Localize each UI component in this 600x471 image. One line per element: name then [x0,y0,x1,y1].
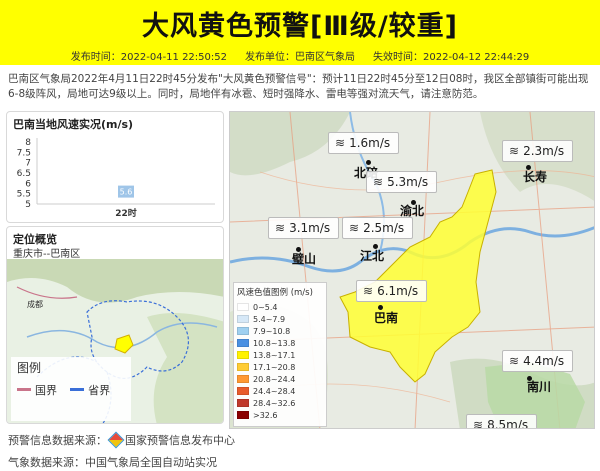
wind-legend-label: 0~5.4 [253,302,278,312]
wind-station-label[interactable]: ≋ 3.1m/s [268,217,340,239]
wind-legend-item: 28.4~32.6 [237,397,323,409]
wind-legend-swatch [237,315,249,323]
wind-icon: ≋ [363,284,374,298]
overview-legend: 图例 国界 省界 [11,357,131,421]
wind-speed-value: 4.4m/s [523,354,565,368]
wind-legend-item: 24.4~28.4 [237,385,323,397]
wind-station-label[interactable]: ≋ 2.5m/s [342,217,414,239]
chart-y-tick-label: 6.5 [17,169,31,179]
wind-legend-swatch [237,339,249,347]
wind-station-label[interactable]: ≋ 6.1m/s [356,280,428,302]
wind-legend-item: 7.9~10.8 [237,325,323,337]
city-changshou: 长寿 [523,170,548,184]
wind-legend-swatch [237,363,249,371]
wind-icon: ≋ [509,354,520,368]
wind-station-label[interactable]: ≋ 1.6m/s [328,132,400,154]
wind-legend-item: 13.8~17.1 [237,349,323,361]
wind-legend-swatch [237,351,249,359]
city-banan: 巴南 [374,311,399,325]
wind-icon: ≋ [349,221,360,235]
issue-time: 发布时间：2022-04-11 22:50:52 [70,52,227,63]
wind-legend-label: 17.1~20.8 [253,362,296,372]
legend-national-border: 国界 [17,382,57,398]
warning-source-label: 预警信息数据来源： [8,434,107,447]
wind-speed-value: 2.5m/s [363,221,405,235]
city-jiangbei: 江北 [360,249,385,263]
warning-header: 大风黄色预警[Ⅲ级/较重] 发布时间：2022-04-11 22:50:52 发… [0,0,600,65]
overview-city-label: 成都 [27,300,43,309]
warning-description: 巴南区气象局2022年4月11日22时45分发布"大风黄色预警信号"：预计11日… [8,73,589,100]
wind-speed-value: 3.1m/s [289,221,331,235]
wind-legend-label: 20.8~24.4 [253,374,296,384]
wind-icon: ≋ [275,221,286,235]
wind-legend-swatch [237,399,249,407]
wind-legend-item: 17.1~20.8 [237,361,323,373]
wind-legend-label: >32.6 [253,410,278,420]
warning-source-name[interactable]: 国家预警信息发布中心 [125,432,235,448]
wind-speed-value: 6.1m/s [377,284,419,298]
wind-legend-item: 5.4~7.9 [237,313,323,325]
wind-legend-swatch [237,411,249,419]
warning-center-logo-icon [107,431,125,449]
expire-time: 失效时间：2022-04-12 22:44:29 [373,52,530,63]
wind-speed-chart: 87.576.565.55 5.6 22时 [17,138,215,219]
wind-legend-label: 5.4~7.9 [253,314,286,324]
wind-legend-swatch [237,375,249,383]
wind-speed-value: 2.3m/s [523,144,565,158]
wind-station-label[interactable]: ≋ 2.3m/s [502,140,574,162]
chart-x-tick-label: 22时 [115,207,137,219]
wind-icon: ≋ [473,418,484,429]
wind-icon: ≋ [509,144,520,158]
wind-legend-item: >32.6 [237,409,323,421]
wind-legend-label: 24.4~28.4 [253,386,296,396]
wind-legend-label: 10.8~13.8 [253,338,296,348]
wind-icon: ≋ [373,175,384,189]
chart-y-tick-label: 7 [25,159,31,169]
weather-source-line: 气象数据来源：中国气象局全国自动站实况 [8,456,217,469]
wind-speed-value: 5.3m/s [387,175,429,189]
wind-speed-map[interactable]: 北碚 长寿 渝北 璧山 江北 巴南 南川 ≋ 1.6m/s ≋ 2.3m/s ≋… [229,111,595,429]
wind-legend-item: 20.8~24.4 [237,373,323,385]
wind-legend-swatch [237,387,249,395]
wind-station-label[interactable]: ≋ 5.3m/s [366,171,438,193]
wind-legend-label: 7.9~10.8 [253,326,291,336]
wind-legend-item: 10.8~13.8 [237,337,323,349]
wind-legend-label: 13.8~17.1 [253,350,296,360]
wind-legend-rows: 0~5.4 5.4~7.9 7.9~10.8 10.8~13.8 13.8~17.1 17… [237,301,323,421]
warning-title: 大风黄色预警[Ⅲ级/较重] [141,11,459,42]
national-border-swatch [17,388,31,391]
chart-y-tick-label: 5.5 [17,190,31,200]
warning-meta: 发布时间：2022-04-11 22:50:52 发布单位：巴南区气象局 失效时… [0,48,600,63]
wind-legend-swatch [237,327,249,335]
chart-y-tick-label: 8 [25,138,31,148]
wind-legend-label: 28.4~32.6 [253,398,296,408]
national-border-label: 国界 [35,383,57,397]
wind-icon: ≋ [335,136,346,150]
warning-source-line: 预警信息数据来源： 国家预警信息发布中心 [8,431,235,449]
province-border-swatch [70,388,85,391]
wind-station-label[interactable]: ≋ 8.5m/s [466,414,538,429]
city-nanchuan: 南川 [527,380,552,394]
issuer: 发布单位：巴南区气象局 [245,52,355,63]
wind-legend-title: 风速色值图例 (m/s) [237,288,313,298]
wind-speed-chart-panel: 巴南当地风速实况(m/s) 8 7.5 7 6.5 6 5.5 5 5.6 22时 [6,111,224,223]
wind-speed-value: 1.6m/s [349,136,391,150]
overview-panel: 定位概览 重庆市--巴南区 成都 图例 国界 省界 [6,226,224,424]
chart-y-tick-label: 7.5 [17,148,31,158]
chart-data-label: 5.6 [120,188,133,197]
wind-speed-value: 8.5m/s [487,418,529,429]
wind-color-legend: 风速色值图例 (m/s) 0~5.4 5.4~7.9 7.9~10.8 10.8~13… [233,282,327,427]
chart-y-tick-label: 6 [25,179,31,189]
wind-legend-swatch [237,303,249,311]
wind-station-label[interactable]: ≋ 4.4m/s [502,350,574,372]
province-border-label: 省界 [88,383,111,397]
legend-province-border: 省界 [70,382,110,398]
chart-y-tick-label: 5 [25,200,31,210]
overview-legend-title: 图例 [17,361,42,375]
city-bishan: 璧山 [292,252,317,266]
wind-legend-item: 0~5.4 [237,301,323,313]
